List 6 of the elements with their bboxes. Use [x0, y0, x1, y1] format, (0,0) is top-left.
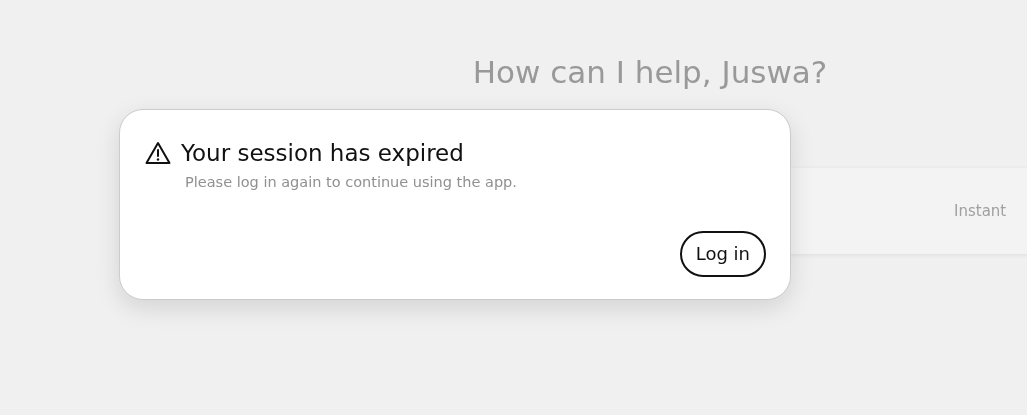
mode-label: Instant [954, 202, 1007, 220]
dialog-message: Please log in again to continue using the app. [185, 174, 518, 190]
dialog-title: Your session has expired [181, 140, 464, 166]
greeting-heading: How can I help, Juswa? [471, 53, 829, 92]
login-button[interactable]: Log in [679, 231, 766, 277]
warning-icon [145, 141, 171, 165]
